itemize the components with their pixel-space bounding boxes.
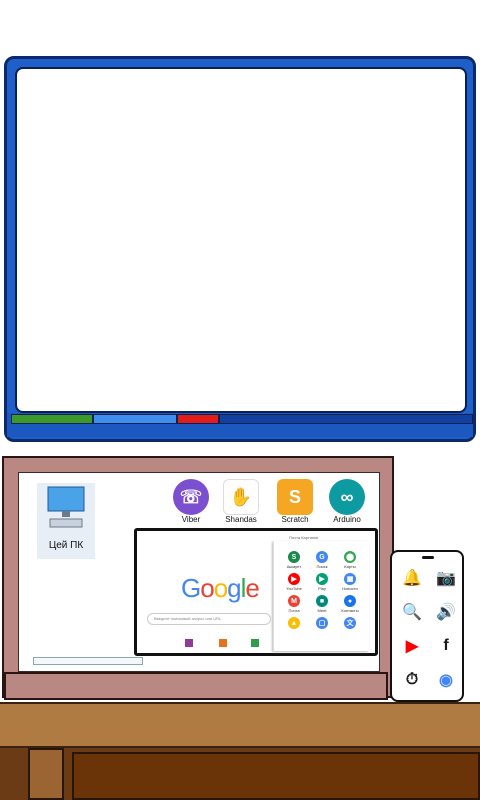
red-marker[interactable] bbox=[177, 414, 219, 424]
monitor-stand bbox=[4, 672, 388, 700]
viber-label: Viber bbox=[181, 515, 201, 524]
browser-app-0[interactable]: S Аккаунт bbox=[280, 551, 308, 569]
green-marker[interactable] bbox=[11, 414, 93, 424]
browser-app-icon: S bbox=[288, 551, 300, 563]
shortcut-tile-3[interactable] bbox=[251, 639, 259, 647]
browser-app-8[interactable]: ● Контакты bbox=[336, 595, 364, 613]
desk-panel bbox=[72, 752, 480, 800]
this-pc-shortcut[interactable]: Цей ПК bbox=[37, 483, 95, 559]
browser-app-icon: ▲ bbox=[288, 617, 300, 629]
browser-app-icon: M bbox=[288, 595, 300, 607]
camera-icon[interactable]: 📷 bbox=[432, 564, 460, 592]
hand-icon: ✋ bbox=[223, 479, 259, 515]
browser-app-label: Meet bbox=[317, 608, 327, 613]
browser-app-icon: 文 bbox=[344, 617, 356, 629]
browser-app-icon: ■ bbox=[316, 595, 328, 607]
google-apps-panel: S Аккаунт G Поиск ⬤ Карты ▶ YouTube ▶ Play ▦ Новост… bbox=[273, 541, 369, 651]
browser-app-9[interactable]: ▲ bbox=[280, 617, 308, 630]
whiteboard-surface[interactable] bbox=[15, 67, 467, 413]
blue-marker[interactable] bbox=[93, 414, 177, 424]
top-links[interactable]: Почта Картинки bbox=[289, 535, 318, 540]
browser-app-5[interactable]: ▦ Новости bbox=[336, 573, 364, 591]
desk-top bbox=[0, 702, 480, 748]
chrome-icon[interactable]: ◉ bbox=[432, 666, 460, 694]
browser-app-icon: ● bbox=[344, 595, 356, 607]
browser-app-icon: ▶ bbox=[316, 573, 328, 585]
scratch-label: Scratch bbox=[281, 515, 309, 524]
arduino-label: Arduino bbox=[333, 515, 361, 524]
whiteboard bbox=[4, 56, 476, 442]
shandas-shortcut[interactable]: ✋ Shandas bbox=[219, 479, 263, 524]
google-logo: Google bbox=[181, 573, 260, 603]
browser-app-3[interactable]: ▶ YouTube bbox=[280, 573, 308, 591]
search-input[interactable]: Введите поисковый запрос или URL bbox=[147, 613, 271, 625]
arduino-icon: ∞ bbox=[329, 479, 365, 515]
speaker-icon[interactable]: 🔊 bbox=[432, 598, 460, 626]
browser-app-icon: ▦ bbox=[344, 573, 356, 585]
scratch-icon: S bbox=[277, 479, 313, 515]
shandas-label: Shandas bbox=[225, 515, 257, 524]
browser-app-label: Контакты bbox=[341, 608, 359, 613]
browser-app-4[interactable]: ▶ Play bbox=[308, 573, 336, 591]
shortcut-tile-1[interactable] bbox=[185, 639, 193, 647]
facebook-icon[interactable]: f bbox=[432, 632, 460, 660]
browser-app-6[interactable]: M Почта bbox=[280, 595, 308, 613]
browser-app-10[interactable]: ▢ bbox=[308, 617, 336, 630]
computer-icon bbox=[47, 486, 85, 528]
browser-app-7[interactable]: ■ Meet bbox=[308, 595, 336, 613]
browser-app-label: Новости bbox=[342, 586, 358, 591]
this-pc-label: Цей ПК bbox=[48, 540, 84, 551]
browser-app-label: Почта bbox=[288, 608, 300, 613]
dark-blue-marker[interactable] bbox=[219, 414, 473, 424]
desk-leg bbox=[28, 748, 64, 800]
viber-shortcut[interactable]: ☏ Viber bbox=[169, 479, 213, 524]
stopwatch-icon[interactable]: ⏱ bbox=[398, 666, 426, 694]
browser-app-label: YouTube bbox=[286, 586, 302, 591]
viber-icon: ☏ bbox=[173, 479, 209, 515]
phone-notch bbox=[422, 556, 434, 559]
browser-app-icon: ▢ bbox=[316, 617, 328, 629]
browser-app-icon: G bbox=[316, 551, 328, 563]
browser-app-label: Аккаунт bbox=[286, 564, 302, 569]
shortcut-tile-2[interactable] bbox=[219, 639, 227, 647]
browser-app-11[interactable]: 文 bbox=[336, 617, 364, 630]
browser-app-label: Поиск bbox=[316, 564, 328, 569]
browser-app-icon: ▶ bbox=[288, 573, 300, 585]
browser-window[interactable]: Почта Картинки Google Введите поисковый … bbox=[134, 528, 378, 656]
browser-app-2[interactable]: ⬤ Карты bbox=[336, 551, 364, 569]
browser-app-label: Play bbox=[318, 586, 326, 591]
alarm-icon[interactable]: 🔔 bbox=[398, 564, 426, 592]
taskbar[interactable] bbox=[33, 657, 143, 665]
youtube-icon[interactable]: ▶ bbox=[398, 632, 426, 660]
browser-app-label: Карты bbox=[344, 564, 356, 569]
magnifier-icon[interactable]: 🔍 bbox=[398, 598, 426, 626]
scratch-shortcut[interactable]: S Scratch bbox=[273, 479, 317, 524]
browser-app-icon: ⬤ bbox=[344, 551, 356, 563]
arduino-shortcut[interactable]: ∞ Arduino bbox=[325, 479, 369, 524]
smartphone: 🔔 📷 🔍 🔊 ▶ f ⏱ ◉ bbox=[390, 550, 464, 702]
browser-app-1[interactable]: G Поиск bbox=[308, 551, 336, 569]
